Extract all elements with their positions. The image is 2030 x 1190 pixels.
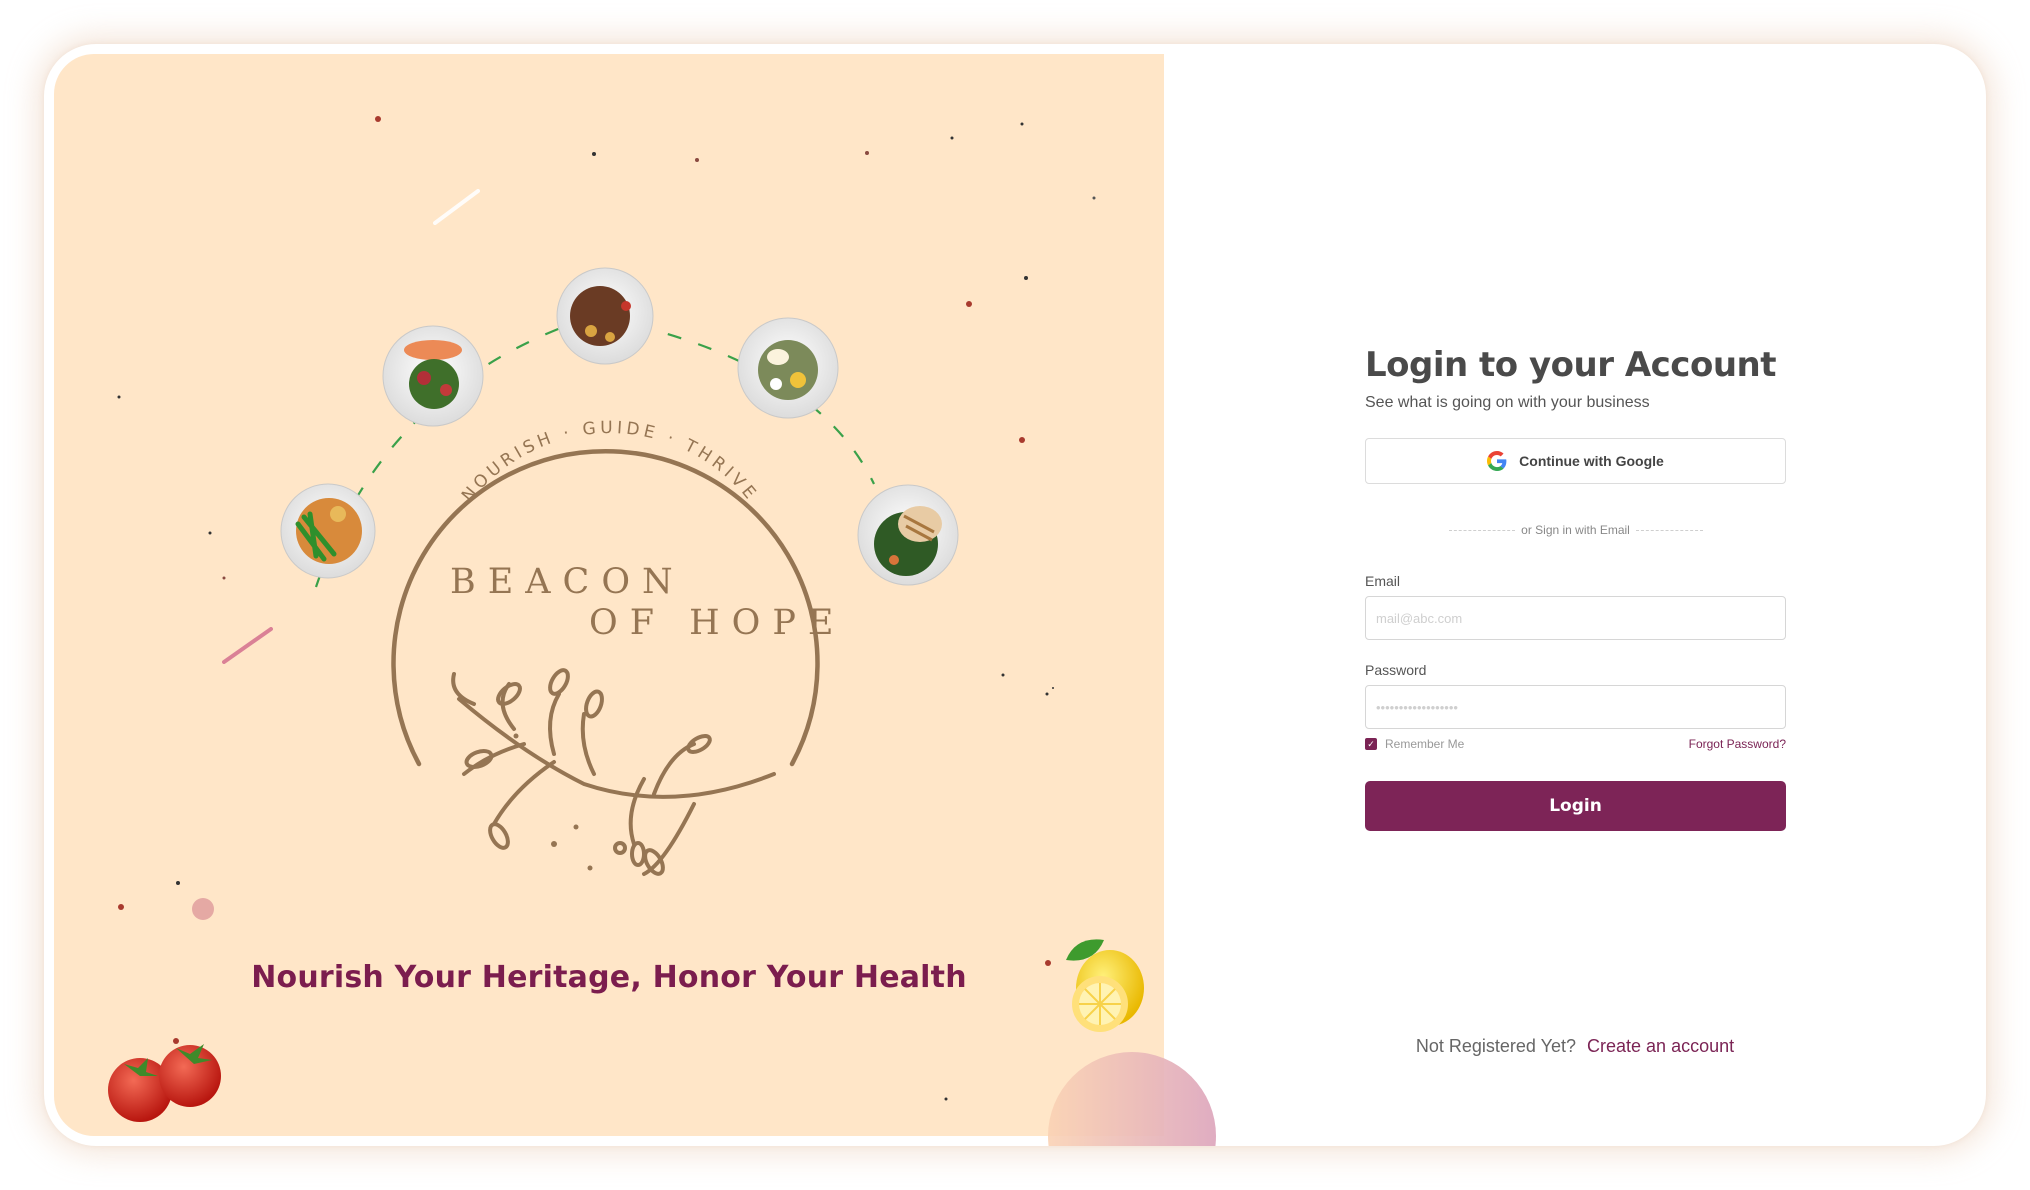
login-button[interactable]: Login [1365, 781, 1786, 831]
login-form: Login to your Account See what is going … [1365, 344, 1786, 831]
remember-me[interactable]: ✓ Remember Me [1365, 737, 1464, 751]
brand-panel: NOURISH · GUIDE · THRIVE BEACON OF HOPE [54, 54, 1164, 1136]
brand-name-line2: OF HOPE [589, 603, 845, 643]
brand-tagline: Nourish Your Heritage, Honor Your Health [251, 960, 967, 995]
forgot-password-link[interactable]: Forgot Password? [1689, 737, 1786, 751]
google-logo-icon [1487, 451, 1507, 471]
register-row: Not Registered Yet? Create an account [1164, 1036, 1986, 1057]
register-prompt: Not Registered Yet? [1415, 1036, 1576, 1056]
email-label: Email [1365, 573, 1401, 589]
remember-me-label: Remember Me [1385, 737, 1465, 751]
password-field[interactable] [1365, 685, 1786, 729]
divider-text: or Sign in with Email [1521, 523, 1630, 537]
food-plate-grilled-chicken [857, 484, 959, 586]
email-field[interactable] [1365, 596, 1786, 640]
create-account-link[interactable]: Create an account [1587, 1036, 1734, 1056]
food-plate-steak [556, 267, 654, 365]
streak-white [433, 189, 480, 225]
remember-me-checkbox[interactable]: ✓ [1365, 738, 1377, 750]
food-plate-rice-beans [280, 483, 376, 579]
brand-emblem: NOURISH · GUIDE · THRIVE BEACON OF HOPE [391, 418, 845, 876]
login-options-row: ✓ Remember Me Forgot Password? [1365, 737, 1786, 751]
login-panel: Login to your Account See what is going … [1164, 44, 1986, 1146]
streak-pink [222, 627, 273, 664]
page-title: Login to your Account [1365, 345, 1776, 385]
email-divider: or Sign in with Email [1448, 523, 1703, 537]
login-card: NOURISH · GUIDE · THRIVE BEACON OF HOPE [44, 44, 1986, 1146]
food-plate-egg-salad [737, 317, 839, 419]
olive-branch-icon [451, 668, 776, 876]
continue-with-google-button[interactable]: Continue with Google [1365, 438, 1786, 484]
food-plate-salmon-salad [382, 325, 484, 427]
divider-line-right [1635, 529, 1703, 531]
page-subtitle: See what is going on with your business [1365, 394, 1650, 411]
tomato-image [108, 1044, 221, 1122]
divider-line-left [1448, 529, 1516, 531]
brand-arc-text: NOURISH · GUIDE · THRIVE [458, 418, 762, 506]
google-button-label: Continue with Google [1519, 453, 1664, 469]
password-label: Password [1365, 662, 1427, 678]
brand-name-line1: BEACON [450, 562, 685, 602]
